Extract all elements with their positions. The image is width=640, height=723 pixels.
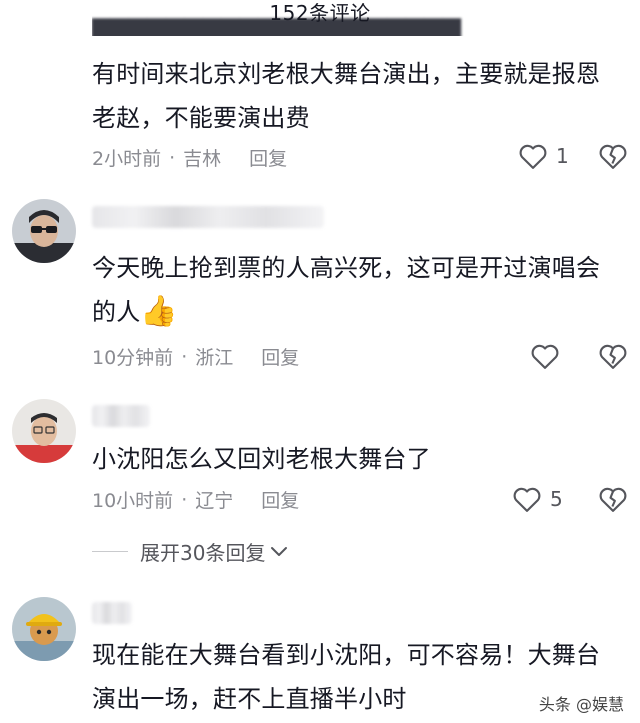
- heart-icon: [519, 144, 547, 169]
- blurred-username: [92, 206, 324, 228]
- comment-2-dislike-button[interactable]: [598, 342, 628, 374]
- comment-3-body: 小沈阳怎么又回刘老根大舞台了: [92, 437, 637, 481]
- chevron-down-icon: [271, 546, 288, 556]
- meta-separator: ·: [181, 345, 188, 368]
- thumbs-up-icon: 👍: [140, 294, 178, 329]
- broken-heart-icon: [599, 344, 627, 369]
- broken-heart-icon: [599, 144, 627, 169]
- comment-3-like-count: 5: [550, 487, 563, 511]
- heart-icon: [531, 344, 559, 369]
- comment-1-location: 吉林: [183, 148, 222, 170]
- blurred-username: [92, 405, 150, 427]
- meta-separator: ·: [169, 146, 176, 169]
- avatar[interactable]: [12, 399, 76, 463]
- comment-1-line-2: 老赵，不能要演出费: [92, 104, 310, 132]
- blurred-username: [92, 602, 132, 624]
- broken-heart-icon: [599, 487, 627, 512]
- comment-3-dislike-button[interactable]: [598, 485, 628, 517]
- comment-2-line-1: 今天晚上抢到票的人高兴死，这可是开过演唱会: [92, 254, 601, 282]
- expand-replies-button[interactable]: 展开30条回复: [92, 537, 289, 566]
- comment-2-reply-button[interactable]: 回复: [261, 343, 299, 370]
- heart-icon: [513, 487, 541, 512]
- comment-2-meta: 10分钟前 · 浙江 回复: [92, 343, 299, 370]
- comment-2-time: 10分钟前: [92, 347, 174, 369]
- comment-2-line-2-wrap: 的人 👍: [92, 290, 637, 334]
- expand-replies-label: 展开30条回复: [140, 541, 266, 565]
- comment-3-line-1: 小沈阳怎么又回刘老根大舞台了: [92, 445, 431, 473]
- divider: [92, 551, 128, 552]
- comment-2-location: 浙江: [195, 347, 234, 369]
- comment-4-line-1: 现在能在大舞台看到小沈阳，可不容易！大舞台: [92, 641, 601, 669]
- clipped-text-line: ▇▇▇▇▇▇▇▇▇▇▇▇▇▇▇▇▇▇▇▇: [92, 15, 462, 36]
- comment-1-meta: 2小时前 · 吉林 回复: [92, 144, 287, 171]
- comment-1-like-count: 1: [556, 144, 569, 168]
- meta-separator: ·: [181, 488, 188, 511]
- comment-3-meta: 10小时前 · 辽宁 回复: [92, 486, 299, 513]
- comment-3-reply-button[interactable]: 回复: [261, 486, 299, 513]
- comment-1-dislike-button[interactable]: [598, 142, 628, 174]
- avatar[interactable]: [12, 199, 76, 263]
- avatar[interactable]: [12, 597, 76, 661]
- comment-1-time: 2小时前: [92, 148, 162, 170]
- comment-1-body: 有时间来北京刘老根大舞台演出，主要就是报恩 老赵，不能要演出费: [92, 52, 637, 140]
- avatar-image: [12, 597, 76, 661]
- comment-2-like-button[interactable]: [530, 342, 560, 370]
- comment-2-body: 今天晚上抢到票的人高兴死，这可是开过演唱会 的人 👍: [92, 246, 637, 334]
- comment-2-line-2: 的人: [92, 298, 141, 326]
- comment-1-like-button[interactable]: 1: [518, 142, 569, 170]
- watermark: 头条 @娱慧: [534, 689, 628, 717]
- comment-3-like-button[interactable]: 5: [512, 485, 563, 513]
- comment-3-location: 辽宁: [195, 490, 234, 512]
- comment-1-line-1: 有时间来北京刘老根大舞台演出，主要就是报恩: [92, 60, 601, 88]
- comment-1-reply-button[interactable]: 回复: [249, 144, 287, 171]
- avatar-image: [12, 199, 76, 263]
- comment-3-time: 10小时前: [92, 490, 174, 512]
- avatar-image: [12, 399, 76, 463]
